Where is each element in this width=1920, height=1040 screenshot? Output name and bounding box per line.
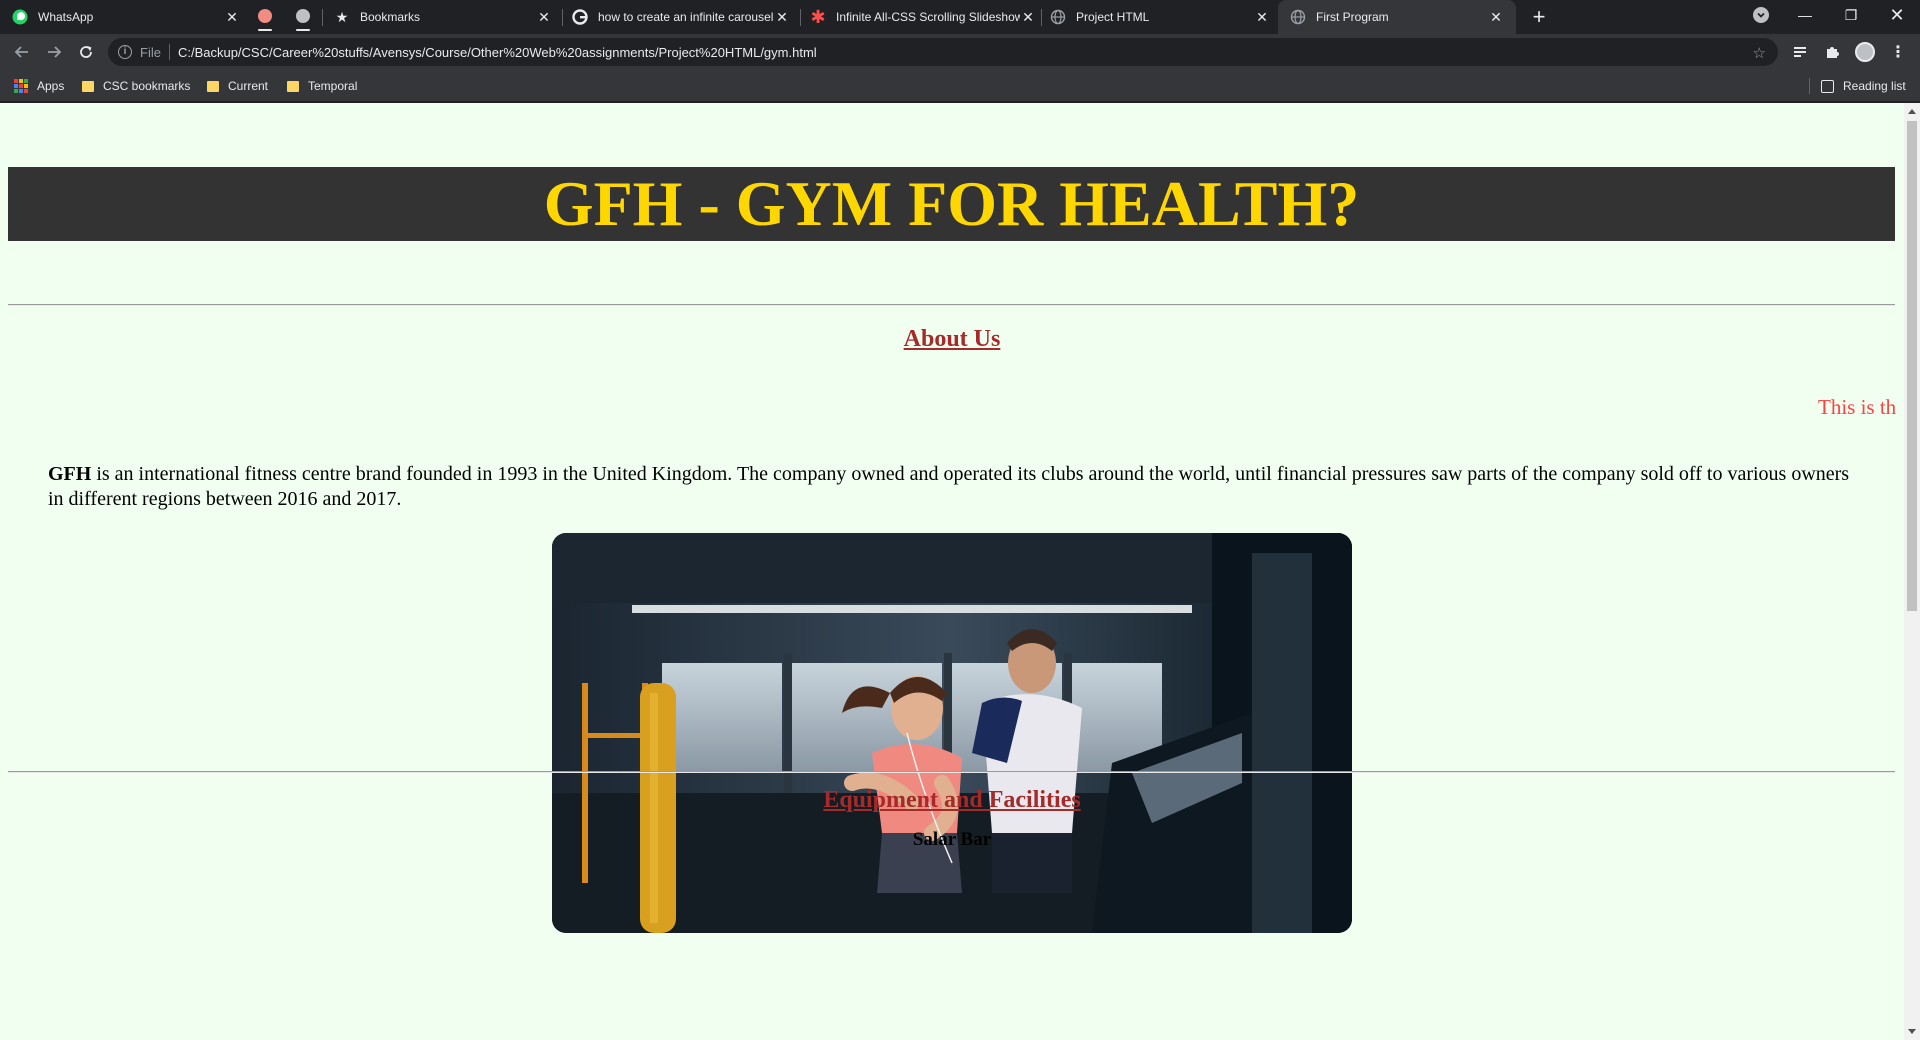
asterisk-icon: ✱ [810, 6, 826, 27]
tab-strip: WhatsApp ✕ ★ Bookmarks ✕ how to create a… [0, 0, 1920, 34]
tab-title: Bookmarks [360, 10, 421, 24]
tab-first-program[interactable]: First Program ✕ [1278, 0, 1516, 34]
close-icon[interactable]: ✕ [224, 9, 240, 25]
about-paragraph: GFH is an international fitness centre b… [48, 462, 1868, 512]
tab-title: First Program [1316, 10, 1389, 24]
minimize-button[interactable]: — [1782, 0, 1828, 30]
close-icon: ✕ [1889, 4, 1905, 25]
tab-title: Project HTML [1076, 10, 1150, 24]
reload-icon [80, 46, 92, 58]
tab-codepen-slideshow[interactable]: ✱ Infinite All-CSS Scrolling Slideshow ✕ [810, 0, 1036, 34]
tab-google-search[interactable]: how to create an infinite carousel ✕ [572, 0, 790, 34]
media-control-icon[interactable] [1790, 42, 1810, 62]
tab-separator [1041, 9, 1042, 26]
google-icon [572, 9, 588, 25]
profile-avatar[interactable] [1855, 42, 1875, 62]
whatsapp-icon [12, 9, 28, 25]
forward-button[interactable] [40, 38, 68, 66]
tab-bookmarks[interactable]: ★ Bookmarks ✕ [334, 0, 552, 34]
bookmark-star-icon[interactable]: ☆ [1753, 44, 1766, 62]
restore-icon: ❐ [1844, 6, 1858, 23]
extensions-puzzle-icon[interactable] [1822, 42, 1842, 62]
folder-icon [82, 80, 94, 92]
scheme-label: File [140, 44, 161, 60]
bookmark-label: CSC bookmarks [103, 79, 191, 93]
minimize-icon: — [1798, 7, 1812, 23]
bookmarks-divider [1809, 78, 1810, 94]
gym-treadmill-photo [552, 533, 1352, 933]
address-bar[interactable]: i File C:/Backup/CSC/Career%20stuffs/Ave… [108, 38, 1778, 66]
url-text[interactable]: C:/Backup/CSC/Career%20stuffs/Avensys/Co… [178, 45, 817, 60]
close-icon[interactable]: ✕ [1488, 9, 1504, 25]
omnibox-separator [168, 44, 170, 60]
star-icon: ★ [335, 8, 349, 25]
site-info-icon[interactable]: i [118, 45, 132, 59]
audio-indicator [258, 29, 272, 31]
bookmark-label: Apps [37, 79, 65, 93]
tab-search-button[interactable] [1738, 0, 1784, 30]
bookmark-apps[interactable]: Apps [14, 76, 64, 96]
reading-list-icon [1821, 79, 1834, 93]
bookmarks-bar: Apps CSC bookmarks Current Temporal Read… [0, 70, 1920, 102]
tab-separator [562, 9, 563, 26]
bookmark-label: Current [228, 79, 269, 93]
browser-toolbar: i File C:/Backup/CSC/Career%20stuffs/Ave… [0, 34, 1920, 70]
tab-project-html[interactable]: Project HTML ✕ [1050, 0, 1270, 34]
reading-list-label: Reading list [1843, 79, 1906, 93]
pinned-tab-red-icon[interactable] [258, 9, 272, 23]
audio-indicator [296, 29, 310, 31]
kebab-menu-icon[interactable]: ⋮ [1888, 42, 1908, 62]
horizontal-rule [8, 304, 1895, 306]
close-icon[interactable]: ✕ [536, 9, 552, 25]
brand-name: GFH [48, 463, 92, 485]
tab-title: Infinite All-CSS Scrolling Slideshow [836, 10, 1020, 24]
page-viewport: GFH - GYM FOR HEALTH? About Us This is t… [0, 103, 1904, 1040]
page-scrollbar[interactable] [1904, 103, 1920, 1040]
about-description: is an international fitness centre brand… [48, 463, 1850, 510]
folder-icon [287, 80, 299, 92]
equipment-heading: Equipment and Facilities [823, 787, 1081, 813]
bookmark-folder-current[interactable]: Current [207, 76, 268, 96]
tab-title: WhatsApp [38, 10, 94, 24]
scrolling-marquee-text: This is th [1818, 395, 1897, 419]
globe-icon [1290, 9, 1306, 25]
bookmark-label: Temporal [308, 79, 358, 93]
tab-separator [322, 9, 323, 26]
horizontal-rule [8, 771, 1895, 773]
arrow-left-icon [14, 46, 28, 58]
reload-button[interactable] [72, 38, 100, 66]
restore-button[interactable]: ❐ [1828, 0, 1874, 30]
pinned-tab-gray-icon[interactable] [296, 9, 310, 23]
reading-list-button[interactable]: Reading list [1821, 76, 1906, 96]
plus-icon: + [1532, 4, 1546, 29]
back-button[interactable] [8, 38, 36, 66]
close-window-button[interactable]: ✕ [1874, 0, 1920, 30]
tab-separator [800, 9, 801, 26]
arrow-right-icon [48, 46, 62, 58]
site-title: GFH - GYM FOR HEALTH? [543, 168, 1360, 239]
close-icon[interactable]: ✕ [1254, 9, 1270, 25]
bookmark-folder-temporal[interactable]: Temporal [287, 76, 357, 96]
scrollbar-thumb[interactable] [1907, 121, 1917, 611]
scroll-up-arrow-icon[interactable] [1908, 109, 1916, 114]
chevron-down-icon [1753, 7, 1769, 23]
globe-icon [1050, 9, 1066, 25]
site-header: GFH - GYM FOR HEALTH? [8, 167, 1895, 241]
close-icon[interactable]: ✕ [1020, 9, 1036, 25]
about-us-heading: About Us [903, 326, 1001, 352]
folder-icon [207, 80, 219, 92]
close-icon[interactable]: ✕ [774, 9, 790, 25]
salar-bar-heading: Salar Bar [912, 829, 992, 850]
apps-grid-icon [14, 79, 28, 93]
bookmark-folder-csc[interactable]: CSC bookmarks [82, 76, 190, 96]
tab-title: how to create an infinite carousel [598, 10, 774, 24]
tab-whatsapp[interactable]: WhatsApp ✕ [12, 0, 240, 34]
new-tab-button[interactable]: + [1526, 0, 1552, 34]
scroll-down-arrow-icon[interactable] [1908, 1029, 1916, 1034]
